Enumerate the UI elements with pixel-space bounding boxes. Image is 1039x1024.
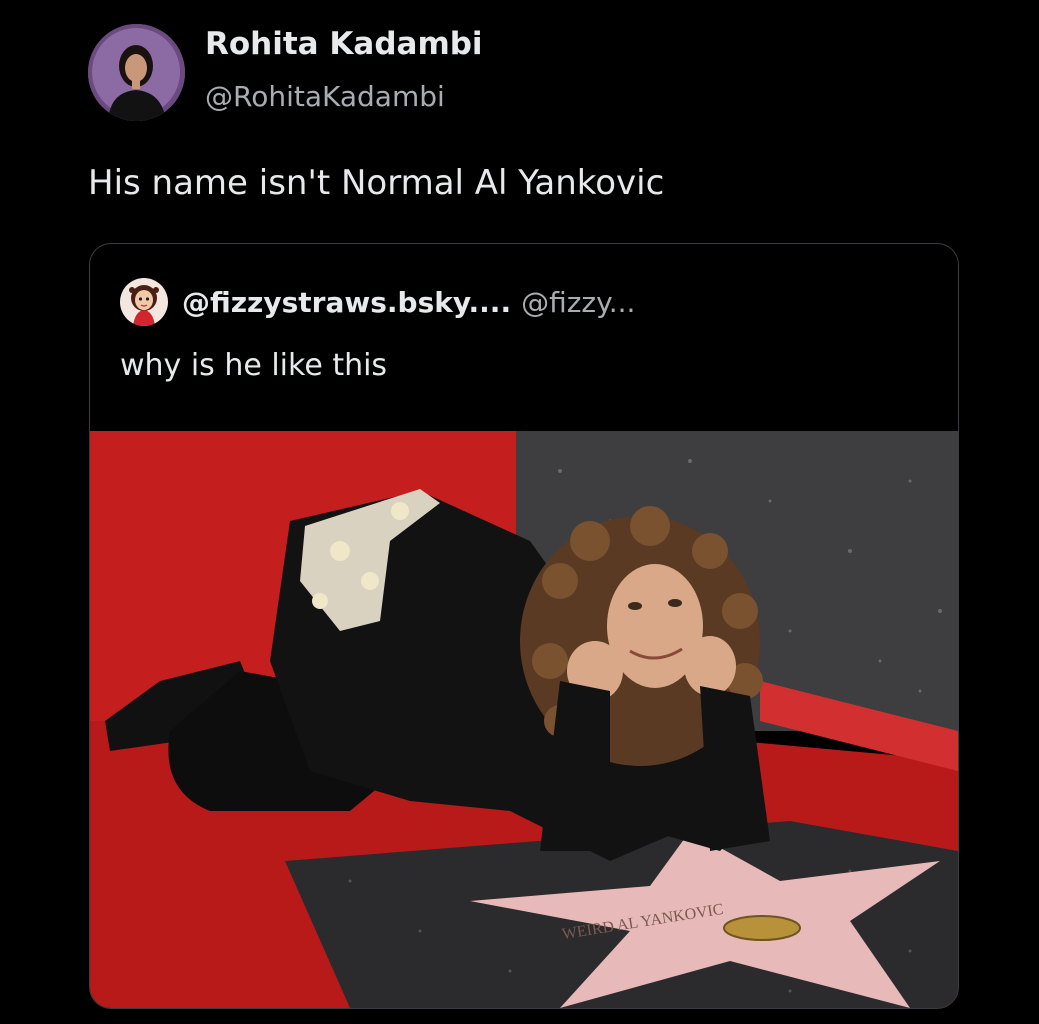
post-text: His name isn't Normal Al Yankovic bbox=[88, 163, 665, 203]
quoted-post-header: @fizzystraws.bsky.... @fizzy... bbox=[120, 278, 635, 326]
user-avatar-photo-icon bbox=[88, 24, 185, 121]
author-avatar[interactable] bbox=[88, 24, 185, 121]
cartoon-avatar-icon bbox=[120, 278, 168, 326]
quoted-author-handle[interactable]: @fizzy... bbox=[521, 286, 635, 319]
quoted-post-text: why is he like this bbox=[120, 348, 388, 383]
quoted-author-avatar[interactable] bbox=[120, 278, 168, 326]
photo-image: WEIRD AL YANKOVIC bbox=[90, 431, 958, 1008]
author-handle[interactable]: @RohitaKadambi bbox=[205, 80, 445, 113]
quoted-post-card[interactable]: @fizzystraws.bsky.... @fizzy... why is h… bbox=[89, 243, 959, 1009]
quoted-post-photo[interactable]: WEIRD AL YANKOVIC bbox=[90, 431, 958, 1008]
author-display-name[interactable]: Rohita Kadambi bbox=[205, 26, 483, 62]
quoted-author-display-name[interactable]: @fizzystraws.bsky.... bbox=[182, 286, 511, 319]
